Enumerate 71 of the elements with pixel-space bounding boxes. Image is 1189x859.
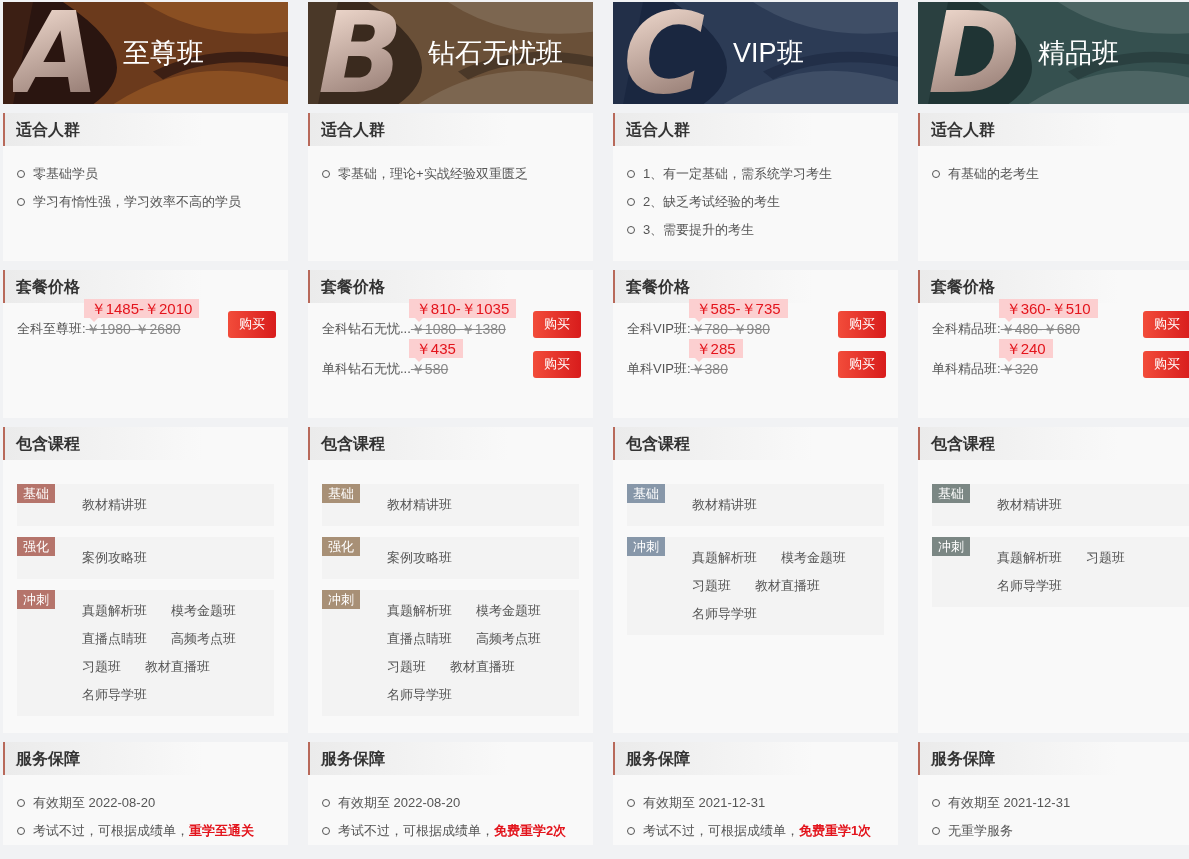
stage-tag: 基础 — [627, 483, 665, 503]
service-item: 有效期至 2022-08-20 — [33, 794, 156, 812]
course-name: 教材直播班 — [450, 657, 515, 676]
stage-tag: 强化 — [322, 536, 360, 556]
audience-item: 3、需要提升的考生 — [643, 221, 755, 240]
audience-item: 零基础学员 — [33, 165, 98, 184]
class-title: 钻石无忧班 — [428, 37, 563, 71]
course-name: 高频考点班 — [476, 629, 541, 648]
stage-tag: 强化 — [17, 536, 55, 556]
audience-item: 有基础的老考生 — [948, 165, 1039, 184]
buy-button[interactable]: 购买 — [1143, 310, 1189, 338]
course-name: 名师导学班 — [692, 604, 757, 623]
course-name: 真题解析班 — [997, 548, 1062, 567]
course-name: 习题班 — [1086, 548, 1125, 567]
stage-tag: 冲刺 — [322, 589, 360, 609]
package-label: 单科精品班: — [932, 359, 1001, 378]
course-name: 教材精讲班 — [82, 495, 147, 514]
buy-button[interactable]: 购买 — [838, 350, 886, 378]
package-label: 全科VIP班: — [627, 319, 691, 338]
buy-button[interactable]: 购买 — [1143, 350, 1189, 378]
service-item: 考试不过，可根据成绩单，免费重学2次 — [338, 822, 567, 840]
package-label: 全科钻石无忧... — [322, 319, 411, 338]
stage-tag: 基础 — [322, 483, 360, 503]
service-item: 考试不过，可根据成绩单，重学至通关 — [33, 822, 254, 840]
course-name: 名师导学班 — [997, 576, 1062, 595]
buy-button[interactable]: 购买 — [533, 350, 581, 378]
course-name: 直播点睛班 — [82, 629, 147, 648]
buy-button[interactable]: 购买 — [838, 310, 886, 338]
course-name: 习题班 — [692, 576, 731, 595]
stage-tag: 冲刺 — [17, 589, 55, 609]
course-name: 真题解析班 — [387, 601, 452, 620]
stage-tag: 冲刺 — [932, 536, 970, 556]
course-name: 习题班 — [387, 657, 426, 676]
stage-tag: 基础 — [17, 483, 55, 503]
package-label: 全科至尊班: — [17, 319, 86, 338]
audience-item: 零基础，理论+实战经验双重匮乏 — [338, 165, 528, 184]
stage-tag: 冲刺 — [627, 536, 665, 556]
course-name: 真题解析班 — [82, 601, 147, 620]
package-label: 单科钻石无忧... — [322, 359, 411, 378]
package-label: 单科VIP班: — [627, 359, 691, 378]
service-item: 有效期至 2021-12-31 — [948, 794, 1071, 812]
service-item: 有效期至 2021-12-31 — [643, 794, 766, 812]
course-name: 教材精讲班 — [692, 495, 757, 514]
course-name: 教材直播班 — [755, 576, 820, 595]
audience-item: 1、有一定基础，需系统学习考生 — [643, 165, 833, 184]
course-name: 教材直播班 — [145, 657, 210, 676]
class-title: VIP班 — [733, 37, 804, 71]
stage-tag: 基础 — [932, 483, 970, 503]
class-title: 精品班 — [1038, 37, 1119, 71]
course-name: 案例攻略班 — [82, 548, 147, 567]
course-name: 高频考点班 — [171, 629, 236, 648]
course-name: 模考金题班 — [171, 601, 236, 620]
buy-button[interactable]: 购买 — [533, 310, 581, 338]
course-name: 教材精讲班 — [387, 495, 452, 514]
class-title: 至尊班 — [123, 37, 204, 71]
course-name: 名师导学班 — [387, 685, 452, 704]
course-name: 模考金题班 — [781, 548, 846, 567]
course-name: 案例攻略班 — [387, 548, 452, 567]
course-name: 模考金题班 — [476, 601, 541, 620]
service-item: 有效期至 2022-08-20 — [338, 794, 461, 812]
audience-item: 学习有惰性强，学习效率不高的学员 — [33, 193, 241, 212]
course-name: 教材精讲班 — [997, 495, 1062, 514]
buy-button[interactable]: 购买 — [228, 310, 276, 338]
audience-item: 2、缺乏考试经验的考生 — [643, 193, 781, 212]
course-name: 直播点睛班 — [387, 629, 452, 648]
course-name: 习题班 — [82, 657, 121, 676]
service-item: 考试不过，可根据成绩单，免费重学1次 — [643, 822, 872, 840]
service-item: 无重学服务 — [948, 822, 1013, 840]
package-label: 全科精品班: — [932, 319, 1001, 338]
course-name: 真题解析班 — [692, 548, 757, 567]
course-name: 名师导学班 — [82, 685, 147, 704]
